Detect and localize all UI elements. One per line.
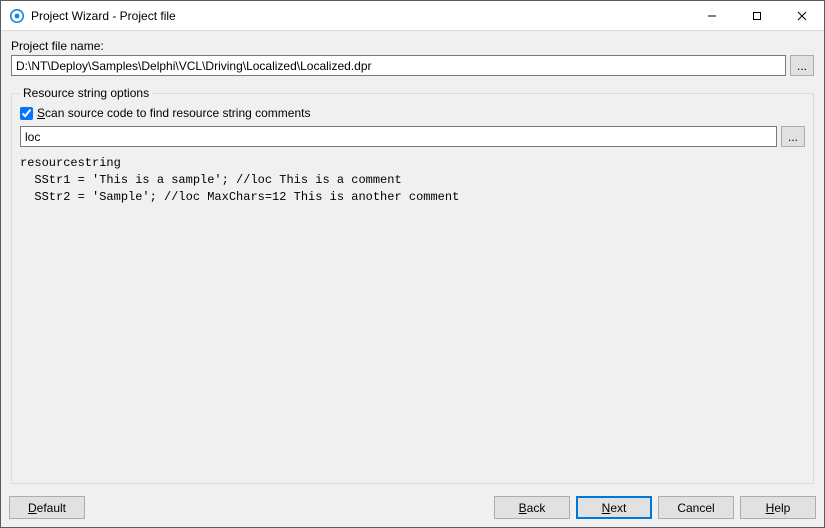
resource-string-options-group: Resource string options Scan source code… — [11, 86, 814, 484]
scan-source-checkbox[interactable] — [20, 107, 33, 120]
path-row: ... — [11, 55, 814, 76]
path-label: Project file name: — [11, 39, 814, 53]
back-button[interactable]: Back — [494, 496, 570, 519]
scan-source-label: Scan source code to find resource string… — [37, 106, 310, 120]
default-button[interactable]: Default — [9, 496, 85, 519]
scan-checkbox-row: Scan source code to find resource string… — [20, 106, 805, 120]
browse-loc-button[interactable]: ... — [781, 126, 805, 147]
client-area: Project file name: ... Resource string o… — [1, 31, 824, 490]
maximize-button[interactable] — [734, 1, 779, 30]
project-wizard-window: Project Wizard - Project file Project fi… — [0, 0, 825, 528]
next-button[interactable]: Next — [576, 496, 652, 519]
help-button[interactable]: Help — [740, 496, 816, 519]
app-icon — [9, 8, 25, 24]
window-controls — [689, 1, 824, 30]
button-bar: Default Back Next Cancel Help — [1, 490, 824, 527]
titlebar: Project Wizard - Project file — [1, 1, 824, 31]
loc-row: ... — [20, 126, 805, 147]
groupbox-legend: Resource string options — [20, 86, 152, 100]
loc-prefix-input[interactable] — [20, 126, 777, 147]
code-preview: resourcestring SStr1 = 'This is a sample… — [20, 153, 805, 475]
cancel-button[interactable]: Cancel — [658, 496, 734, 519]
minimize-button[interactable] — [689, 1, 734, 30]
window-title: Project Wizard - Project file — [31, 9, 176, 23]
browse-path-button[interactable]: ... — [790, 55, 814, 76]
project-file-input[interactable] — [11, 55, 786, 76]
close-button[interactable] — [779, 1, 824, 30]
